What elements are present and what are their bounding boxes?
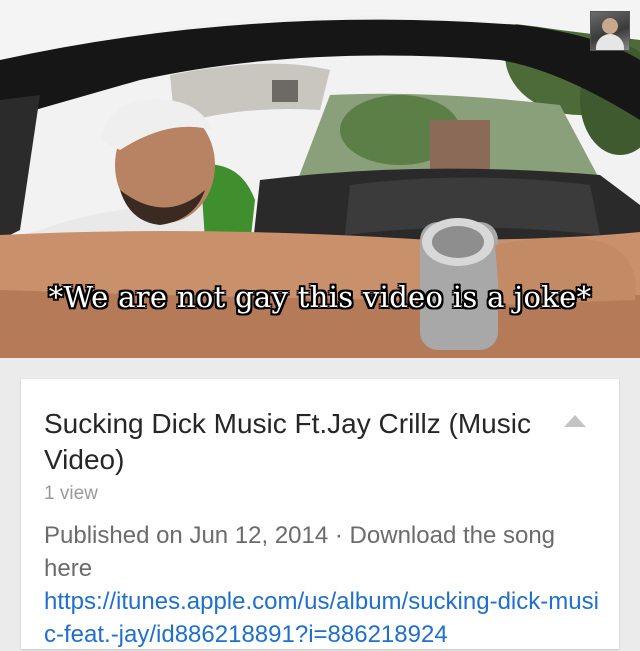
video-title[interactable]: Sucking Dick Music Ft.Jay Crillz (Music … <box>44 406 544 478</box>
video-info-card: Sucking Dick Music Ft.Jay Crillz (Music … <box>21 379 619 649</box>
triangle-up-icon[interactable] <box>564 415 586 427</box>
video-description: Published on Jun 12, 2014 · Download the… <box>44 519 604 651</box>
publish-text: Published on Jun 12, 2014 · Download the… <box>44 522 556 582</box>
avatar-head <box>602 18 618 34</box>
video-player[interactable]: *We are not gay this video is a joke* <box>0 0 640 358</box>
video-caption: *We are not gay this video is a joke* <box>48 280 592 314</box>
avatar-shoulders <box>596 34 624 50</box>
view-count: 1 view <box>44 483 98 504</box>
channel-avatar-icon[interactable] <box>590 11 630 51</box>
itunes-link[interactable]: https://itunes.apple.com/us/album/suckin… <box>44 588 599 648</box>
